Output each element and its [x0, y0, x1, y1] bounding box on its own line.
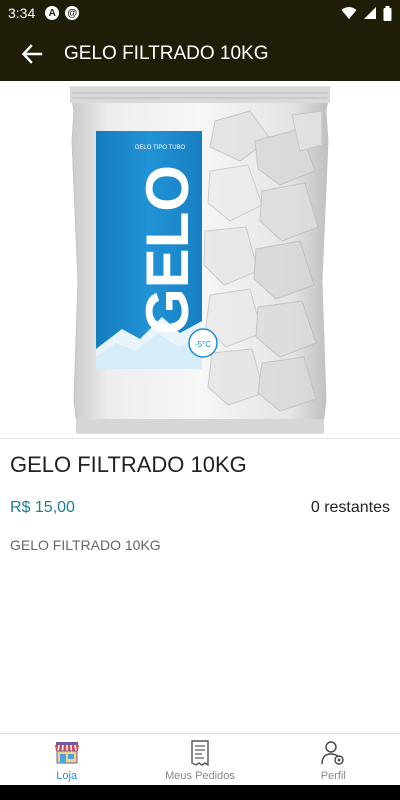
- stock-remaining: 0 restantes: [310, 499, 390, 516]
- arrow-left-icon: [21, 43, 43, 64]
- temperature-badge: -5°C: [195, 340, 211, 349]
- cell-signal-icon: [364, 7, 376, 19]
- package-top-label: GELO TIPO TUBO: [135, 145, 186, 151]
- nav-item-meus-pedidos[interactable]: Meus Pedidos: [133, 734, 266, 785]
- back-button[interactable]: [0, 26, 64, 81]
- system-navigation-bar: [0, 785, 400, 800]
- app-bar: GELO FILTRADO 10KG: [0, 26, 400, 81]
- status-left: 3:34 A @: [8, 5, 80, 21]
- battery-icon: [383, 5, 392, 21]
- spiral-circle-icon: @: [65, 6, 80, 20]
- price-row: R$ 15,00 0 restantes: [10, 499, 390, 517]
- product-image: -5°C GELO TIPO TUBO GELO: [0, 81, 400, 439]
- product-name: GELO FILTRADO 10KG: [10, 452, 247, 477]
- wifi-icon: [341, 7, 357, 19]
- nav-label-perfil: Perfil: [320, 770, 346, 782]
- nav-label-loja: Loja: [56, 770, 78, 782]
- store-icon: [54, 740, 80, 766]
- user-settings-icon: [320, 740, 346, 766]
- page-title: GELO FILTRADO 10KG: [64, 42, 269, 64]
- product-description: GELO FILTRADO 10KG: [10, 537, 161, 553]
- status-time: 3:34: [8, 5, 36, 21]
- a-circle-icon: A: [45, 6, 60, 20]
- status-right: [341, 5, 392, 21]
- nav-label-meus-pedidos: Meus Pedidos: [165, 770, 235, 782]
- receipt-icon: [187, 740, 213, 766]
- ice-bag-illustration: -5°C GELO TIPO TUBO GELO: [69, 86, 331, 434]
- bottom-nav: Loja Meus Pedidos Perfil: [0, 733, 400, 785]
- nav-item-perfil[interactable]: Perfil: [267, 734, 400, 785]
- product-price: R$ 15,00: [10, 499, 75, 516]
- nav-item-loja[interactable]: Loja: [0, 734, 133, 785]
- package-brand-text: GELO: [134, 165, 201, 335]
- status-bar: 3:34 A @: [0, 0, 400, 26]
